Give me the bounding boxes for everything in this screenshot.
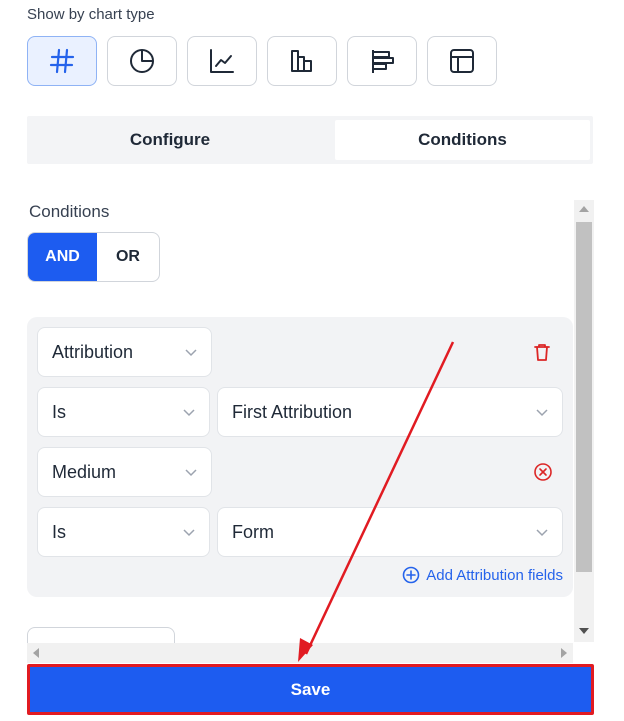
add-attribution-fields-link[interactable]: Add Attribution fields [402,566,563,584]
chevron-down-icon [185,349,197,357]
scroll-down-arrow-icon[interactable] [579,628,589,634]
chevron-down-icon [536,409,548,417]
condition-group: Attribution Is First Attribution Medium … [27,317,573,597]
chart-type-selector [27,36,497,86]
condition-value-select[interactable]: Form [217,507,563,557]
hash-icon [49,48,75,74]
condition-field-value: Medium [52,461,117,482]
plus-circle-icon [402,566,420,584]
chart-type-bar-button[interactable] [267,36,337,86]
logic-toggle: AND OR [27,232,160,282]
bar-chart-icon [291,50,312,72]
and-button[interactable]: AND [28,233,97,281]
chevron-down-icon [183,409,195,417]
config-tabs: Configure Conditions [27,116,593,164]
pie-chart-icon [130,49,154,73]
save-button[interactable]: Save [27,664,594,715]
scroll-right-arrow-icon[interactable] [561,648,567,658]
x-circle-icon[interactable] [532,461,554,483]
or-button[interactable]: OR [97,233,159,281]
chart-type-horizontal-bar-button[interactable] [347,36,417,86]
table-icon [450,49,474,73]
trash-icon[interactable] [531,341,553,363]
line-chart-icon [210,49,234,73]
tab-conditions[interactable]: Conditions [335,120,590,160]
condition-value-select[interactable]: First Attribution [217,387,563,437]
horizontal-bar-chart-icon [372,50,394,73]
chevron-down-icon [183,529,195,537]
vertical-scrollbar-thumb[interactable] [576,222,592,572]
chart-type-pie-button[interactable] [107,36,177,86]
chevron-down-icon [185,469,197,477]
conditions-panel: Conditions AND OR Attribution Is First A… [27,200,593,662]
chevron-down-icon [536,529,548,537]
scroll-left-arrow-icon[interactable] [33,648,39,658]
condition-field-select[interactable]: Attribution [37,327,212,377]
scroll-up-arrow-icon[interactable] [579,206,589,212]
condition-value-text: First Attribution [232,401,353,422]
conditions-label: Conditions [29,202,110,221]
condition-field-value: Attribution [52,341,134,362]
condition-field-select[interactable]: Medium [37,447,212,497]
condition-operator-select[interactable]: Is [37,507,210,557]
condition-operator-value: Is [52,401,67,422]
tab-configure[interactable]: Configure [27,120,313,160]
chart-type-table-button[interactable] [427,36,497,86]
add-attribution-fields-label: Add Attribution fields [426,566,563,584]
condition-operator-select[interactable]: Is [37,387,210,437]
show-by-chart-type-label: Show by chart type [27,6,155,23]
horizontal-scrollbar[interactable] [27,643,573,663]
chart-type-line-button[interactable] [187,36,257,86]
condition-operator-value: Is [52,521,67,542]
condition-value-text: Form [232,521,274,542]
chart-type-number-button[interactable] [27,36,97,86]
